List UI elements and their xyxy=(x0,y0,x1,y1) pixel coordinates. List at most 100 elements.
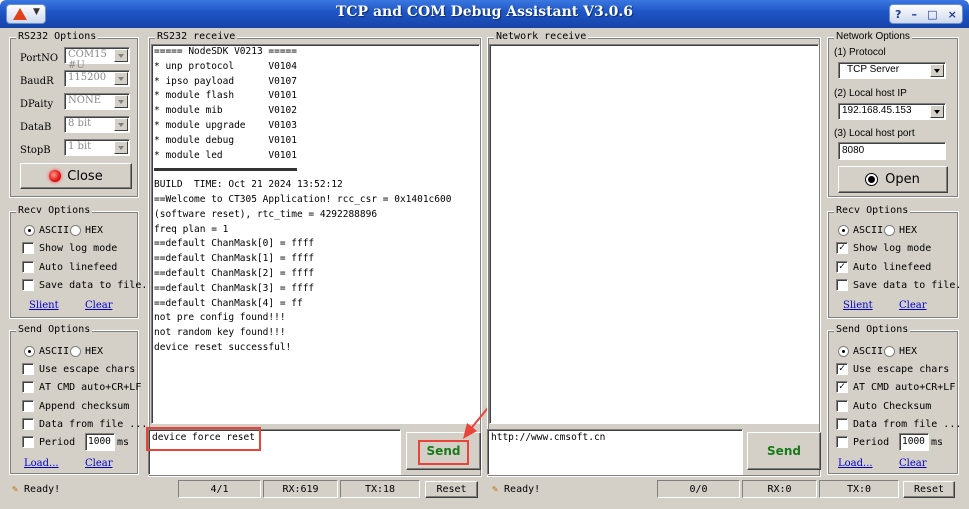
protocol-select[interactable]: TCP Server xyxy=(838,62,946,79)
parity-select[interactable]: NONE xyxy=(64,93,130,110)
net-send-clear-link[interactable]: Clear xyxy=(899,458,927,469)
log-line: device reset successful! xyxy=(154,341,292,353)
close-port-button[interactable]: Close xyxy=(20,163,132,189)
send-ascii-radio[interactable]: ASCII xyxy=(24,344,69,358)
open-label: Open xyxy=(885,172,920,187)
append-checksum-checkbox[interactable]: Append checksum xyxy=(22,399,129,413)
net-auto-linefeed-checkbox[interactable]: ✓ Auto linefeed xyxy=(836,260,931,274)
portno-label: PortNO xyxy=(20,53,59,64)
radio-label: ASCII xyxy=(39,345,70,357)
show-log-checkbox[interactable]: Show log mode xyxy=(22,241,117,255)
checkbox-label: Use escape chars xyxy=(39,363,136,375)
log-line: not random key found!!! xyxy=(154,327,286,339)
minimize-button[interactable]: – xyxy=(912,8,918,21)
chevron-down-icon xyxy=(114,49,128,62)
auto-linefeed-checkbox[interactable]: Auto linefeed xyxy=(22,260,117,274)
escape-chars-checkbox[interactable]: Use escape chars xyxy=(22,362,135,376)
network-send-textarea[interactable]: http://www.cmsoft.cn xyxy=(487,429,743,475)
right-status-ready: ✎ Ready! xyxy=(486,480,656,498)
log-line: (software reset), rtc_time = 4292288896 xyxy=(154,208,378,220)
send-label: Send xyxy=(767,444,801,458)
radio-icon xyxy=(24,345,35,357)
port-input[interactable]: 8080 xyxy=(838,142,946,160)
databits-select[interactable]: 8 bit xyxy=(64,116,130,133)
net-recv-clear-link[interactable]: Clear xyxy=(899,300,927,311)
log-line: * module upgrade V0103 xyxy=(154,119,297,131)
at-cmd-checkbox[interactable]: AT CMD auto+CR+LF xyxy=(22,380,141,394)
radio-label: HEX xyxy=(899,224,918,236)
checkbox-icon xyxy=(22,279,34,291)
right-reset-button[interactable]: Reset xyxy=(903,481,955,498)
net-escape-chars-checkbox[interactable]: ✓ Use escape chars xyxy=(836,362,949,376)
checkbox-label: Show log mode xyxy=(853,242,932,254)
net-save-file-checkbox[interactable]: Save data to file. xyxy=(836,278,961,292)
radio-icon xyxy=(70,224,81,236)
ip-select[interactable]: 192.168.45.153 xyxy=(838,103,946,120)
log-line: freq plan = 1 xyxy=(154,223,229,235)
checkbox-label: Data from file ... xyxy=(853,418,962,430)
group-title: Send Options xyxy=(16,324,93,335)
data-from-file-checkbox[interactable]: Data from file ... xyxy=(22,417,147,431)
net-period-checkbox[interactable]: Period xyxy=(836,435,889,449)
net-recv-hex-radio[interactable]: HEX xyxy=(884,223,917,237)
radio-label: HEX xyxy=(899,345,918,357)
checkbox-icon xyxy=(836,400,848,412)
chevron-down-icon xyxy=(114,141,128,154)
checkbox-icon xyxy=(22,418,34,430)
radio-label: ASCII xyxy=(853,345,884,357)
ip-label: (2) Local host IP xyxy=(834,88,907,99)
send-hex-radio[interactable]: HEX xyxy=(70,344,103,358)
recv-clear-link[interactable]: Clear xyxy=(85,300,113,311)
net-auto-checksum-checkbox[interactable]: Auto Checksum xyxy=(836,399,931,413)
left-reset-button[interactable]: Reset xyxy=(425,481,478,498)
network-send-button[interactable]: Send xyxy=(747,432,821,470)
open-button[interactable]: Open xyxy=(838,166,948,193)
net-recv-ascii-radio[interactable]: ASCII xyxy=(838,223,883,237)
record-dot-icon xyxy=(866,174,878,185)
period-input[interactable]: 1000 xyxy=(85,433,115,451)
recv-hex-radio[interactable]: HEX xyxy=(70,223,103,237)
send-label: Send xyxy=(426,444,461,458)
recv-ascii-radio[interactable]: ASCII xyxy=(24,223,69,237)
reset-label: Reset xyxy=(913,484,945,495)
net-show-log-checkbox[interactable]: ✓ Show log mode xyxy=(836,241,931,255)
period-checkbox[interactable]: Period xyxy=(22,435,75,449)
net-silent-link[interactable]: Slient xyxy=(843,300,873,311)
stopbits-select[interactable]: 1 bit xyxy=(64,139,130,156)
baudrate-select[interactable]: 115200 xyxy=(64,70,130,87)
net-period-input[interactable]: 1000 xyxy=(899,433,929,451)
log-line: BUILD TIME: Oct 21 2024 13:52:12 xyxy=(154,179,343,191)
maximize-button[interactable]: □ xyxy=(927,8,937,21)
help-button[interactable]: ? xyxy=(895,8,901,21)
checkbox-label: Period xyxy=(853,436,890,448)
close-window-button[interactable]: × xyxy=(948,8,957,21)
checkbox-label: Save data to file. xyxy=(853,279,962,291)
radio-label: ASCII xyxy=(853,224,884,236)
save-file-checkbox[interactable]: Save data to file. xyxy=(22,278,147,292)
radio-label: ASCII xyxy=(39,224,70,236)
checkbox-label: Use escape chars xyxy=(853,363,950,375)
radio-label: HEX xyxy=(85,345,104,357)
checkbox-label: AT CMD auto+CR+LF xyxy=(39,381,142,393)
baudrate-value: 115200 xyxy=(68,72,107,83)
send-clear-link[interactable]: Clear xyxy=(85,458,113,469)
net-at-cmd-checkbox[interactable]: ✓ AT CMD auto+CR+LF xyxy=(836,380,955,394)
checkbox-label: AT CMD auto+CR+LF xyxy=(853,381,956,393)
parity-label: DPaity xyxy=(20,99,54,110)
rs232-receive-textarea[interactable]: ===== NodeSDK V0213 ===== * unp protocol … xyxy=(151,44,480,424)
silent-link[interactable]: Slient xyxy=(29,300,59,311)
group-title: RS232 Options xyxy=(16,31,99,42)
net-load-link[interactable]: Load... xyxy=(838,458,873,469)
window-title: TCP and COM Debug Assistant V3.0.6 xyxy=(336,4,633,20)
network-receive-textarea[interactable] xyxy=(489,44,819,424)
databits-label: DataB xyxy=(20,122,52,133)
databits-value: 8 bit xyxy=(68,118,92,129)
group-title: Network Options xyxy=(834,31,912,42)
net-data-from-file-checkbox[interactable]: Data from file ... xyxy=(836,417,961,431)
net-send-hex-radio[interactable]: HEX xyxy=(884,344,917,358)
checkbox-label: Save data to file. xyxy=(39,279,148,291)
net-send-ascii-radio[interactable]: ASCII xyxy=(838,344,883,358)
load-link[interactable]: Load... xyxy=(24,458,59,469)
portno-select[interactable]: COM15 #U xyxy=(64,47,130,71)
rs232-send-textarea[interactable]: device force reset xyxy=(148,429,401,475)
